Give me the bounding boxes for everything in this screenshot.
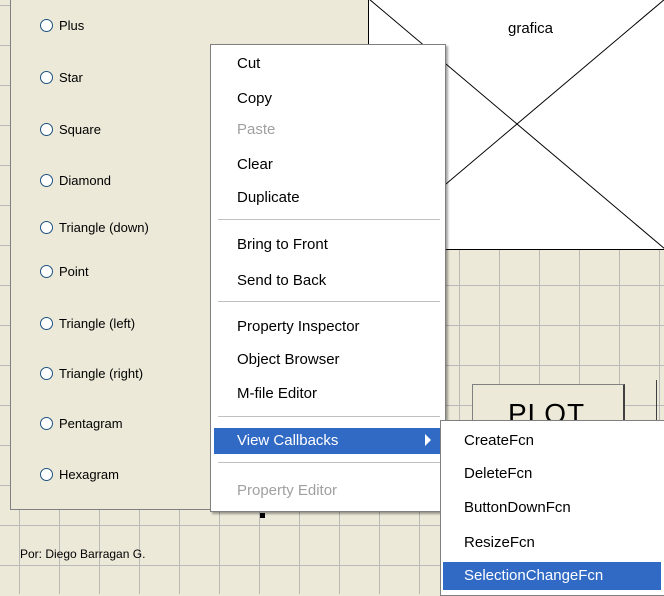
radio-label: Square bbox=[59, 122, 101, 137]
radio-button-icon[interactable] bbox=[40, 221, 53, 234]
radio-label: Star bbox=[59, 70, 83, 85]
radio-pentagram[interactable]: Pentagram bbox=[40, 416, 123, 431]
menu-item-duplicate[interactable]: Duplicate bbox=[237, 185, 300, 211]
radio-triangle-down[interactable]: Triangle (down) bbox=[40, 220, 149, 235]
submenu-item-deletefcn[interactable]: DeleteFcn bbox=[464, 461, 532, 487]
menu-item-object-browser[interactable]: Object Browser bbox=[237, 347, 340, 373]
radio-label: Point bbox=[59, 264, 89, 279]
submenu-item-selectionchangefcn-label: SelectionChangeFcn bbox=[464, 567, 604, 584]
submenu-arrow-icon bbox=[425, 434, 431, 446]
menu-separator bbox=[218, 219, 440, 221]
menu-item-mfile-editor[interactable]: M-file Editor bbox=[237, 381, 317, 407]
radio-hexagram[interactable]: Hexagram bbox=[40, 467, 119, 482]
menu-separator bbox=[218, 301, 440, 303]
menu-item-view-callbacks-label: View Callbacks bbox=[237, 432, 339, 449]
radio-button-icon[interactable] bbox=[40, 417, 53, 430]
radio-label: Triangle (right) bbox=[59, 366, 144, 381]
radio-button-icon[interactable] bbox=[40, 265, 53, 278]
radio-label: Triangle (down) bbox=[59, 220, 149, 235]
radio-button-icon[interactable] bbox=[40, 317, 53, 330]
radio-button-icon[interactable] bbox=[40, 71, 53, 84]
radio-label: Hexagram bbox=[59, 467, 119, 482]
menu-item-clear[interactable]: Clear bbox=[237, 152, 273, 178]
menu-item-paste: Paste bbox=[237, 121, 276, 138]
menu-item-copy[interactable]: Copy bbox=[237, 86, 272, 112]
radio-label: Pentagram bbox=[59, 416, 123, 431]
submenu-item-resizefcn[interactable]: ResizeFcn bbox=[464, 530, 535, 556]
radio-point[interactable]: Point bbox=[40, 264, 89, 279]
menu-item-property-inspector[interactable]: Property Inspector bbox=[237, 314, 360, 340]
menu-item-bring-to-front[interactable]: Bring to Front bbox=[237, 232, 328, 258]
radio-label: Plus bbox=[59, 18, 85, 33]
radio-button-icon[interactable] bbox=[40, 123, 53, 136]
radio-diamond[interactable]: Diamond bbox=[40, 173, 111, 188]
menu-item-property-editor: Property Editor bbox=[237, 482, 338, 499]
radio-plus[interactable]: Plus bbox=[40, 18, 84, 33]
menu-separator bbox=[218, 462, 440, 464]
radio-label: Diamond bbox=[59, 173, 112, 188]
axes-title: grafica bbox=[508, 20, 554, 37]
radio-triangle-right[interactable]: Triangle (right) bbox=[40, 366, 143, 381]
selection-handle[interactable] bbox=[260, 513, 265, 518]
menu-item-cut[interactable]: Cut bbox=[237, 51, 260, 77]
radio-star[interactable]: Star bbox=[40, 70, 83, 85]
submenu-item-createfcn[interactable]: CreateFcn bbox=[464, 428, 534, 454]
radio-button-icon[interactable] bbox=[40, 174, 53, 187]
radio-button-icon[interactable] bbox=[40, 367, 53, 380]
menu-item-send-to-back[interactable]: Send to Back bbox=[237, 268, 326, 294]
submenu-item-buttondownfcn[interactable]: ButtonDownFcn bbox=[464, 495, 571, 521]
radio-square[interactable]: Square bbox=[40, 122, 101, 137]
author-label: Por: Diego Barragan G. bbox=[20, 547, 146, 561]
menu-separator bbox=[218, 416, 440, 418]
radio-button-icon[interactable] bbox=[40, 19, 53, 32]
radio-triangle-left[interactable]: Triangle (left) bbox=[40, 316, 135, 331]
radio-button-icon[interactable] bbox=[40, 468, 53, 481]
radio-label: Triangle (left) bbox=[59, 316, 136, 331]
